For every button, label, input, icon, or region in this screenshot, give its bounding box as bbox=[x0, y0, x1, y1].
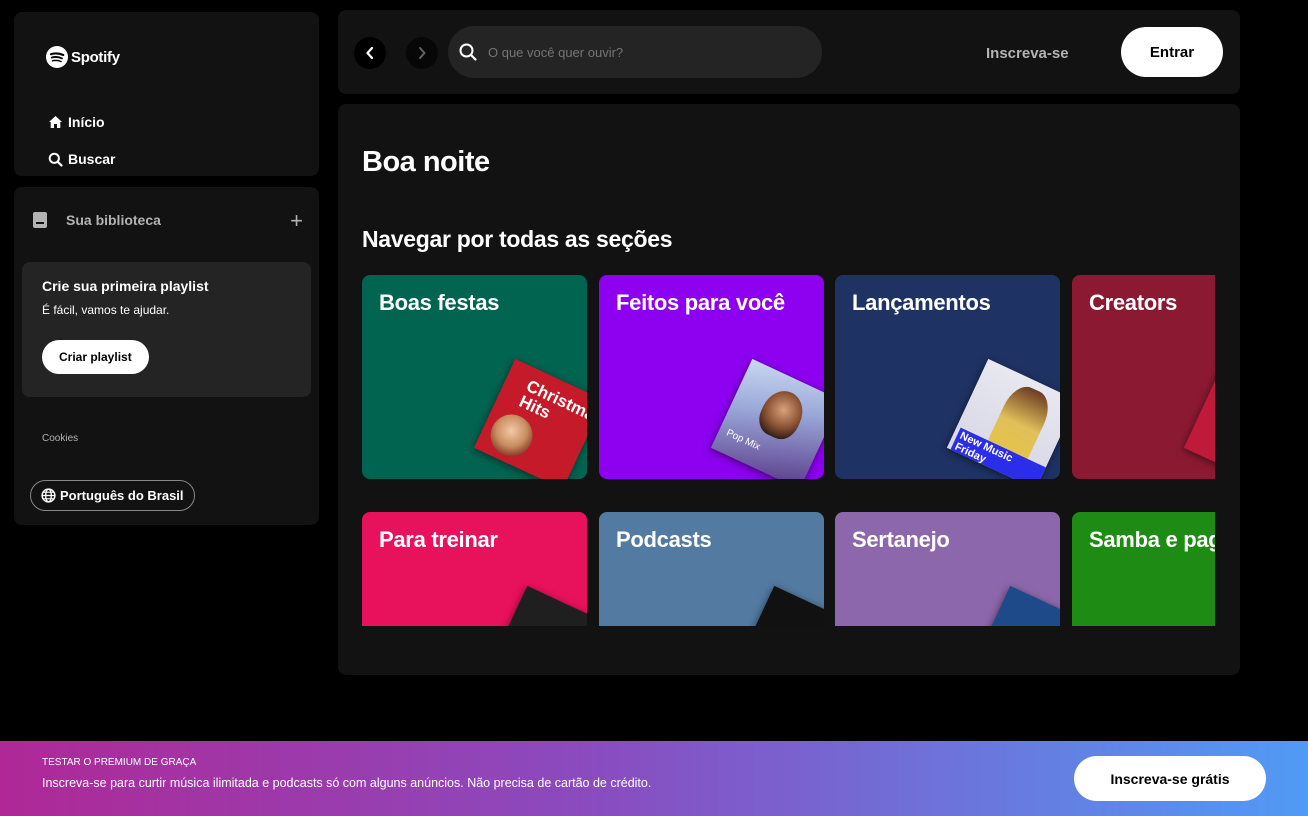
search-icon bbox=[48, 152, 63, 167]
create-playlist-button[interactable]: Criar playlist bbox=[42, 340, 149, 374]
category-label: Podcasts bbox=[616, 527, 712, 552]
category-card-sertanejo[interactable]: Sertanejo bbox=[835, 512, 1060, 626]
category-card-boas-festas[interactable]: Boas festas Christmas Hits bbox=[362, 275, 587, 479]
category-art bbox=[1183, 358, 1215, 479]
cookies-link[interactable]: Cookies bbox=[42, 433, 78, 444]
language-label: Português do Brasil bbox=[60, 488, 184, 503]
search-icon bbox=[459, 43, 477, 61]
nav-search[interactable]: Buscar bbox=[48, 151, 115, 167]
category-label: Samba e pagode bbox=[1089, 527, 1215, 552]
category-card-samba-e-pagode[interactable]: Samba e pagode bbox=[1072, 512, 1215, 626]
category-label: Para treinar bbox=[379, 527, 498, 552]
category-label: Sertanejo bbox=[852, 527, 950, 552]
login-button[interactable]: Entrar bbox=[1121, 27, 1223, 77]
promo-subtitle: É fácil, vamos te ajudar. bbox=[42, 303, 170, 317]
library-panel: Sua biblioteca + Crie sua primeira playl… bbox=[14, 187, 319, 525]
search-input[interactable] bbox=[488, 44, 808, 60]
artist-photo bbox=[753, 384, 810, 445]
category-art bbox=[485, 585, 587, 626]
category-label: Creators bbox=[1089, 290, 1178, 315]
add-icon[interactable]: + bbox=[290, 210, 303, 232]
category-art bbox=[968, 585, 1060, 626]
category-card-para-treinar[interactable]: Para treinar bbox=[362, 512, 587, 626]
language-button[interactable]: Português do Brasil bbox=[30, 480, 195, 511]
promo-title: Crie sua primeira playlist bbox=[42, 278, 209, 294]
category-label: Feitos para você bbox=[616, 290, 785, 315]
category-art bbox=[732, 585, 824, 626]
category-card-podcasts[interactable]: Podcasts bbox=[599, 512, 824, 626]
search-bar[interactable] bbox=[448, 26, 822, 78]
library-header[interactable]: Sua biblioteca bbox=[32, 211, 161, 229]
category-art: New Music Friday bbox=[946, 358, 1060, 479]
nav-home-label: Início bbox=[68, 114, 105, 130]
nav-home[interactable]: Início bbox=[48, 114, 105, 130]
back-button[interactable] bbox=[354, 37, 386, 69]
category-label: Boas festas bbox=[379, 290, 500, 315]
greeting-heading: Boa noite bbox=[362, 146, 490, 178]
spotify-app: Spotify Início Buscar Sua biblioteca + C… bbox=[0, 0, 1308, 816]
chevron-right-icon bbox=[419, 47, 426, 59]
spotify-logo-icon bbox=[46, 46, 68, 68]
browse-section-title: Navegar por todas as seções bbox=[362, 226, 673, 252]
category-art: Christmas Hits bbox=[473, 358, 587, 479]
category-art-text: Pop Mix bbox=[724, 427, 762, 453]
sidebar-nav: Spotify Início Buscar bbox=[14, 12, 319, 176]
library-title: Sua biblioteca bbox=[66, 212, 161, 228]
banner-kicker: TESTAR O PREMIUM DE GRAÇA bbox=[42, 757, 197, 768]
forward-button[interactable] bbox=[406, 37, 438, 69]
top-bar: Inscreva-se Entrar bbox=[338, 10, 1240, 94]
chevron-left-icon bbox=[366, 46, 374, 60]
signup-free-button[interactable]: Inscreva-se grátis bbox=[1074, 756, 1266, 801]
nav-search-label: Buscar bbox=[68, 151, 116, 167]
main-content: Boa noite Navegar por todas as seções Bo… bbox=[338, 104, 1240, 675]
category-grid: Boas festas Christmas Hits Feitos para v… bbox=[362, 275, 1215, 626]
signup-link[interactable]: Inscreva-se bbox=[986, 45, 1069, 62]
library-icon bbox=[33, 212, 47, 228]
category-label: Lançamentos bbox=[852, 290, 991, 315]
home-icon bbox=[49, 116, 62, 128]
category-card-creators[interactable]: Creators bbox=[1072, 275, 1215, 479]
category-art: Pop Mix bbox=[710, 358, 824, 479]
globe-icon bbox=[41, 488, 56, 503]
premium-banner[interactable]: TESTAR O PREMIUM DE GRAÇA Inscreva-se pa… bbox=[0, 741, 1308, 816]
spotify-wordmark: Spotify bbox=[71, 48, 120, 66]
spotify-logo[interactable]: Spotify bbox=[46, 46, 120, 68]
category-card-lancamentos[interactable]: Lançamentos New Music Friday bbox=[835, 275, 1060, 479]
create-playlist-promo: Crie sua primeira playlist É fácil, vamo… bbox=[22, 262, 311, 397]
category-card-feitos-para-voce[interactable]: Feitos para você Pop Mix bbox=[599, 275, 824, 479]
banner-message: Inscreva-se para curtir música ilimitada… bbox=[42, 776, 652, 790]
